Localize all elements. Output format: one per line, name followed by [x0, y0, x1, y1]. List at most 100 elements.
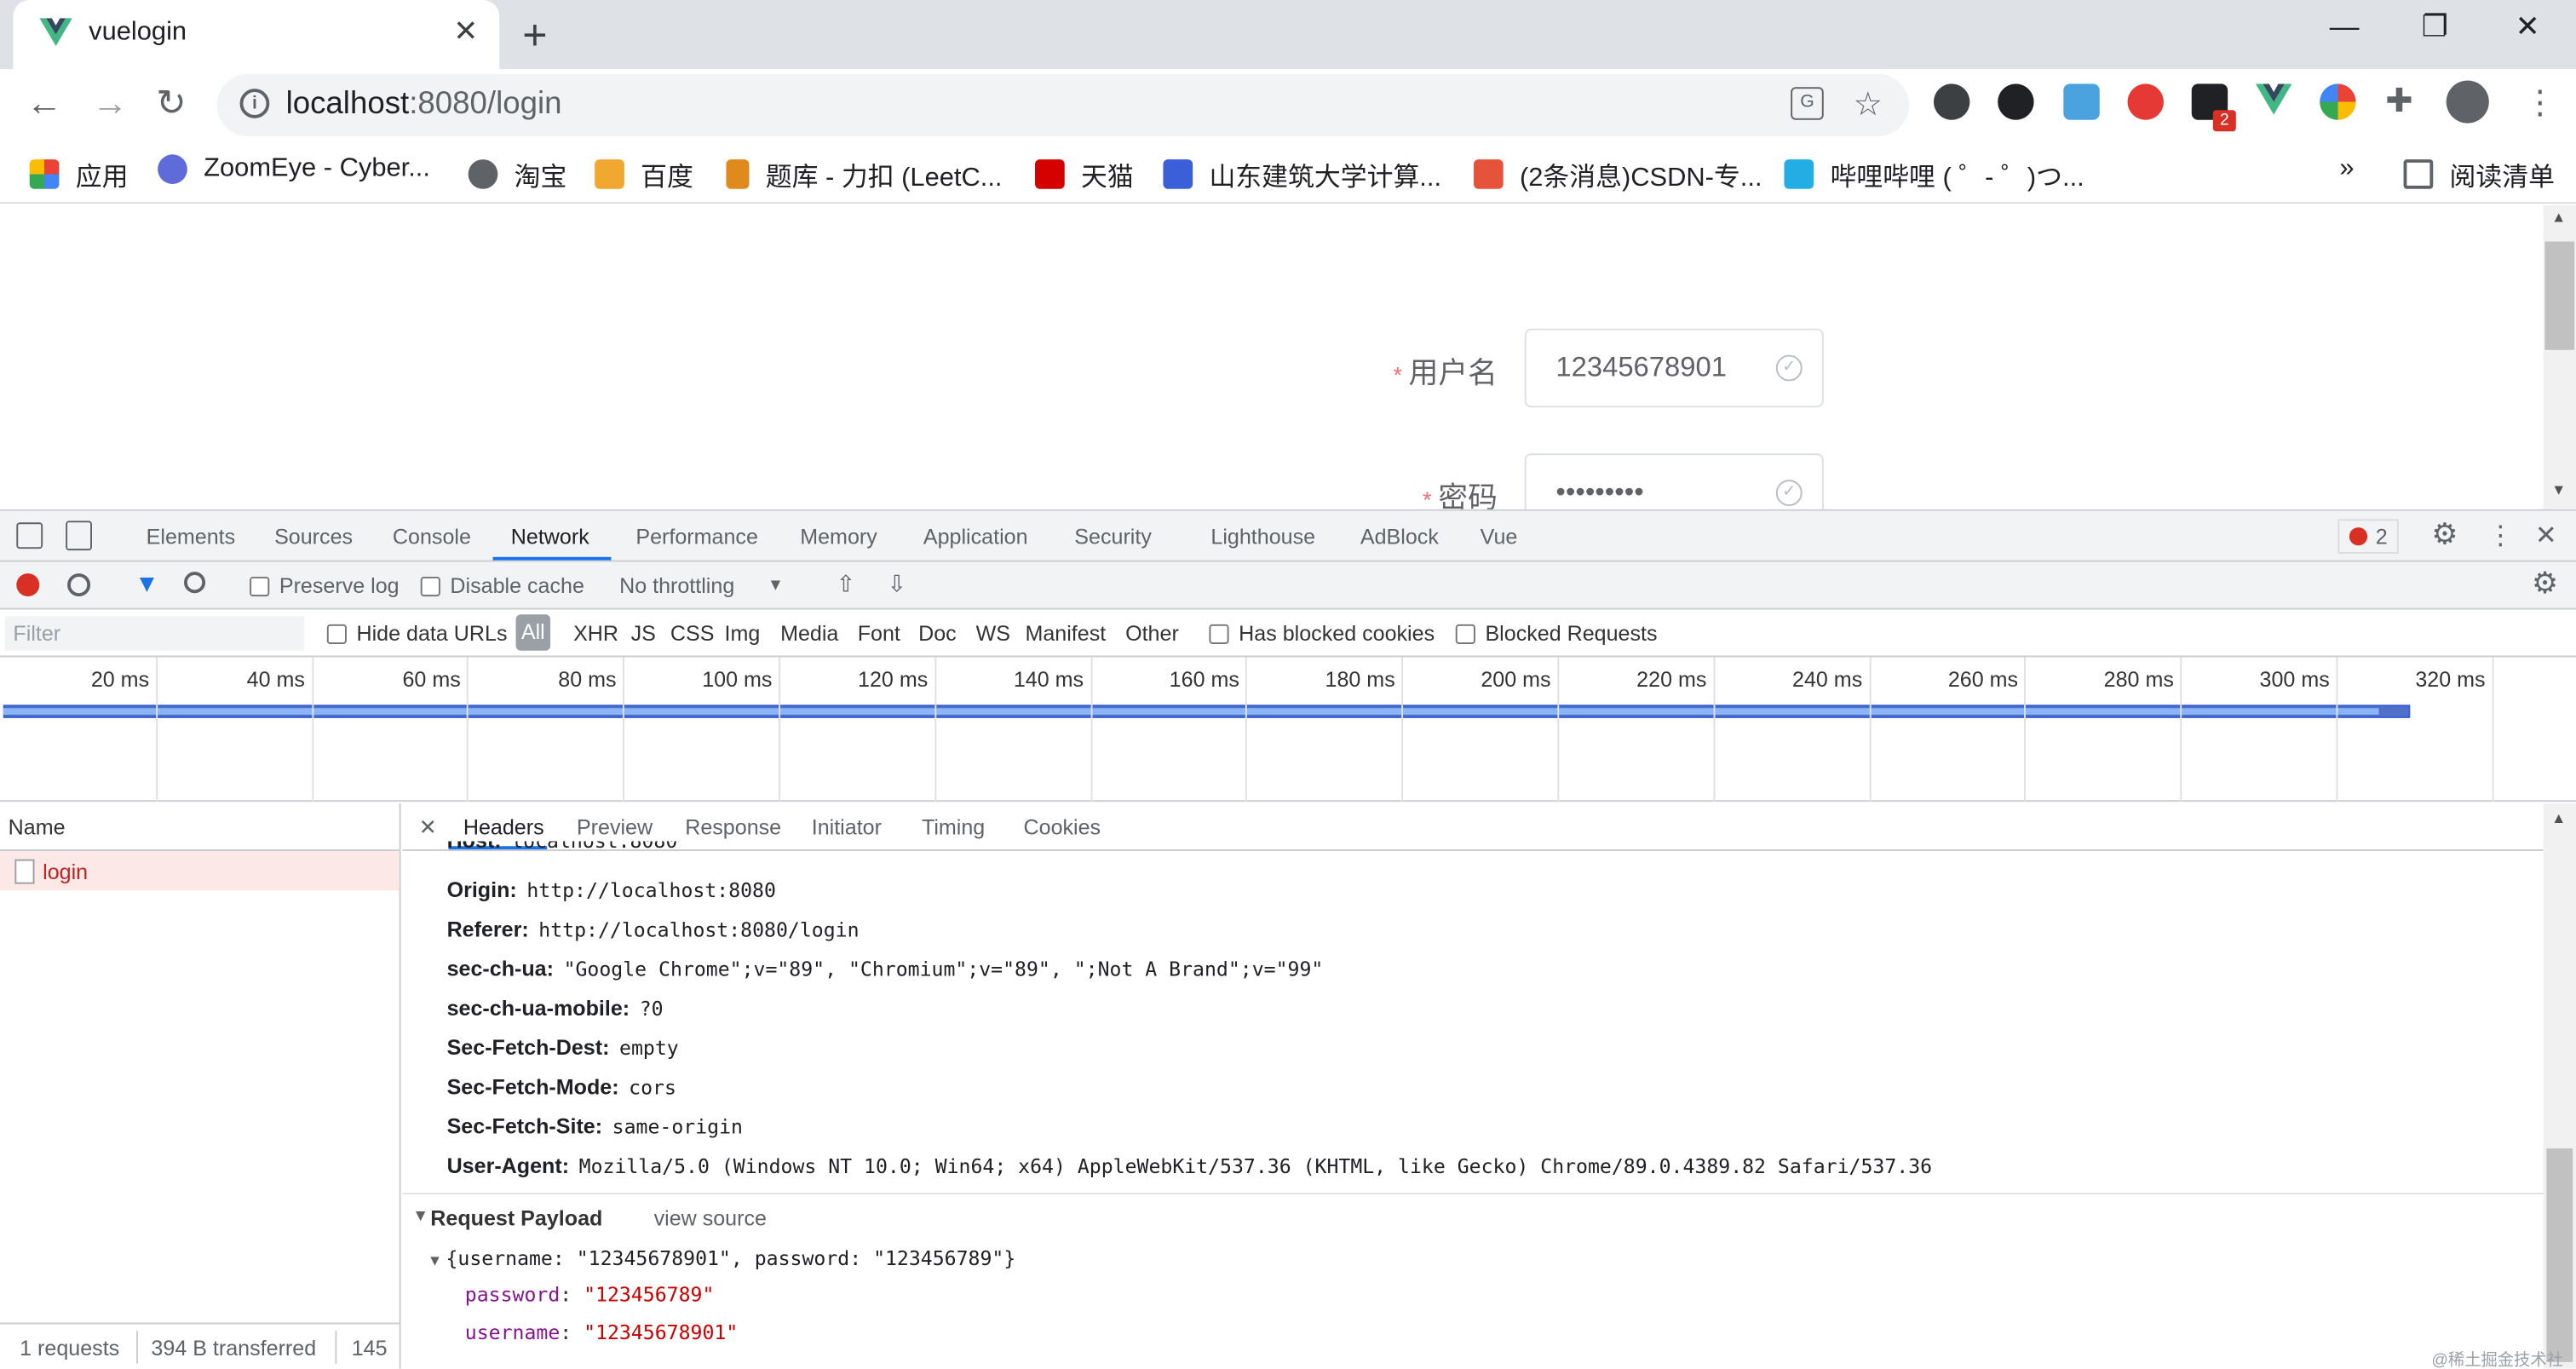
- filter-type-font[interactable]: Font: [858, 621, 900, 646]
- preserve-log-checkbox[interactable]: Preserve log: [250, 573, 400, 598]
- close-window-button[interactable]: ✕: [2516, 10, 2540, 45]
- bookmark-apps[interactable]: 应用: [29, 154, 128, 193]
- close-detail-icon[interactable]: ✕: [419, 815, 437, 842]
- payload-summary[interactable]: ▼ {username: "12345678901", password: "12…: [430, 1247, 1015, 1270]
- devtools-tab-network[interactable]: Network: [511, 524, 589, 549]
- request-row[interactable]: login: [0, 851, 400, 891]
- expand-triangle-icon[interactable]: ▼: [412, 1208, 428, 1226]
- devtools-tab-lighthouse[interactable]: Lighthouse: [1210, 524, 1315, 549]
- reading-list-button[interactable]: 阅读清单: [2403, 154, 2555, 193]
- adblock-extension-icon[interactable]: [2127, 83, 2164, 120]
- devtools-tab-sources[interactable]: Sources: [274, 524, 353, 549]
- scrollbar-thumb[interactable]: [2544, 241, 2575, 350]
- detail-tab-initiator[interactable]: Initiator: [812, 815, 882, 840]
- color-extension-icon[interactable]: [2320, 83, 2356, 120]
- record-icon[interactable]: [16, 573, 40, 597]
- copy-extension-icon[interactable]: [2063, 83, 2100, 120]
- devtools-tab-adblock[interactable]: AdBlock: [1360, 524, 1439, 549]
- username-label: * 用户名: [1393, 350, 1497, 393]
- devtools-tab-vue[interactable]: Vue: [1481, 524, 1518, 549]
- detail-tab-headers[interactable]: Headers: [463, 815, 544, 840]
- settings-gear-icon[interactable]: ⚙: [2431, 518, 2458, 553]
- filter-input[interactable]: Filter: [4, 616, 304, 651]
- devtools-tab-memory[interactable]: Memory: [800, 524, 877, 549]
- reload-icon[interactable]: ↻: [156, 82, 187, 124]
- bookmark-csdn[interactable]: (2条消息)CSDN-专...: [1473, 154, 1762, 193]
- bookmark-taobao[interactable]: 淘宝: [468, 154, 566, 193]
- filter-type-ws[interactable]: WS: [976, 621, 1010, 646]
- network-overview-timeline[interactable]: 20 ms 40 ms 60 ms 80 ms 100 ms 120 ms 140 ms 16…: [0, 657, 2576, 802]
- devtools-menu-icon[interactable]: ⋮: [2487, 519, 2514, 552]
- detail-tab-preview[interactable]: Preview: [577, 815, 653, 840]
- error-counter[interactable]: 2: [2337, 519, 2400, 554]
- export-har-icon[interactable]: ⇩: [887, 570, 906, 598]
- bookmark-star-icon[interactable]: ☆: [1853, 83, 1883, 124]
- filter-type-other[interactable]: Other: [1125, 621, 1179, 646]
- address-bar[interactable]: i localhost:8080/login G ☆: [216, 73, 1910, 137]
- hide-data-urls-checkbox[interactable]: Hide data URLs: [326, 621, 508, 646]
- translate-icon[interactable]: G: [1791, 87, 1824, 120]
- filter-type-xhr[interactable]: XHR: [573, 621, 618, 646]
- filter-type-doc[interactable]: Doc: [918, 621, 957, 646]
- filter-type-js[interactable]: JS: [631, 621, 656, 646]
- import-har-icon[interactable]: ⇧: [837, 570, 856, 598]
- extensions-puzzle-icon[interactable]: ✚: [2385, 81, 2412, 122]
- vue-devtools-icon[interactable]: [2255, 83, 2292, 119]
- bookmark-sdjzu[interactable]: 山东建筑大学计算...: [1163, 154, 1441, 193]
- url-text[interactable]: localhost:8080/login: [286, 87, 562, 123]
- download-extension-icon[interactable]: [1933, 83, 1970, 120]
- devtools-tab-console[interactable]: Console: [393, 524, 471, 549]
- filter-type-css[interactable]: CSS: [670, 621, 715, 646]
- minimize-button[interactable]: —: [2330, 10, 2360, 45]
- scroll-down-arrow-icon[interactable]: ▼: [2551, 481, 2566, 498]
- detail-tab-cookies[interactable]: Cookies: [1024, 815, 1101, 840]
- forward-arrow-icon[interactable]: →: [92, 82, 128, 124]
- devtools-tab-application[interactable]: Application: [923, 524, 1028, 549]
- devtools-tab-performance[interactable]: Performance: [635, 524, 758, 549]
- devtools-tab-security[interactable]: Security: [1074, 524, 1152, 549]
- scroll-up-arrow-icon[interactable]: ▲: [2551, 810, 2566, 826]
- clear-icon[interactable]: [67, 573, 91, 597]
- bookmark-leetcode[interactable]: 题库 - 力扣 (LeetC...: [726, 154, 1003, 193]
- bookmark-baidu[interactable]: 百度: [595, 154, 693, 193]
- device-toolbar-icon[interactable]: [66, 521, 93, 551]
- view-source-link[interactable]: view source: [654, 1206, 767, 1231]
- filter-type-all[interactable]: All: [515, 614, 551, 651]
- detail-tab-response[interactable]: Response: [685, 815, 781, 840]
- detail-scrollbar[interactable]: ▲: [2543, 803, 2576, 1369]
- back-arrow-icon[interactable]: ←: [26, 82, 62, 124]
- tab-close-icon[interactable]: ✕: [453, 14, 478, 49]
- network-settings-icon[interactable]: ⚙: [2532, 567, 2558, 601]
- scrollbar-thumb[interactable]: [2546, 1148, 2573, 1362]
- chrome-menu-icon[interactable]: ⋮: [2523, 82, 2556, 123]
- browser-tab[interactable]: vuelogin ✕: [13, 0, 500, 70]
- profile-avatar-icon[interactable]: [2446, 80, 2489, 124]
- devtools-tab-elements[interactable]: Elements: [147, 524, 236, 549]
- blocked-requests-checkbox[interactable]: Blocked Requests: [1455, 621, 1658, 646]
- detail-tab-timing[interactable]: Timing: [922, 815, 985, 840]
- disable-cache-checkbox[interactable]: Disable cache: [420, 573, 584, 598]
- close-devtools-icon[interactable]: ✕: [2535, 519, 2557, 552]
- has-blocked-cookies-checkbox[interactable]: Has blocked cookies: [1209, 621, 1435, 646]
- bookmarks-overflow-button[interactable]: »: [2339, 154, 2354, 184]
- filter-type-manifest[interactable]: Manifest: [1025, 621, 1106, 646]
- bookmark-zoomeye[interactable]: ZoomEye - Cyber...: [158, 154, 430, 185]
- filter-type-img[interactable]: Img: [725, 621, 761, 646]
- password-input[interactable]: ••••••••• ✓: [1524, 453, 1824, 509]
- page-scrollbar[interactable]: ▲ ▼: [2543, 205, 2576, 509]
- request-payload-section[interactable]: ▼ Request Payload view source: [402, 1193, 2544, 1239]
- site-info-icon[interactable]: i: [239, 89, 270, 118]
- vb-extension-icon[interactable]: [1998, 83, 2034, 120]
- scroll-up-arrow-icon[interactable]: ▲: [2551, 209, 2566, 225]
- bookmark-tmall[interactable]: 天猫: [1035, 154, 1134, 193]
- new-tab-button[interactable]: +: [522, 10, 547, 61]
- search-icon[interactable]: [184, 572, 206, 594]
- filter-type-media[interactable]: Media: [780, 621, 838, 646]
- restore-button[interactable]: ❐: [2422, 10, 2448, 45]
- name-column-header[interactable]: Name: [0, 803, 400, 852]
- bookmark-bilibili[interactable]: 哔哩哔哩 ( ゜- ゜)つ...: [1784, 154, 2084, 193]
- username-input[interactable]: 12345678901 ✓: [1524, 328, 1824, 408]
- filter-funnel-icon[interactable]: ▼: [135, 570, 159, 598]
- inspect-element-icon[interactable]: [16, 522, 43, 549]
- throttling-select[interactable]: No throttling ▼: [619, 573, 784, 598]
